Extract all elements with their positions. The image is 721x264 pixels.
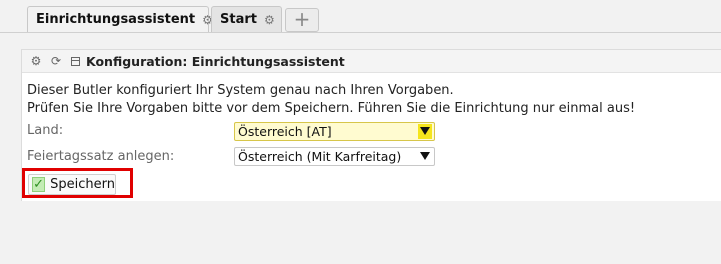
tab-start[interactable]: Start ⚙	[211, 6, 282, 32]
tab-label: Start	[220, 12, 257, 27]
feiertagssatz-label: Feiertagssatz anlegen:	[27, 149, 175, 164]
chevron-down-icon	[420, 127, 430, 135]
land-label: Land:	[27, 123, 64, 138]
description-line: Dieser Butler konfiguriert Ihr System ge…	[27, 83, 454, 98]
panel-header: ⚙ ⟳ Konfiguration: Einrichtungsassistent	[22, 50, 721, 73]
chevron-down-icon	[420, 152, 430, 160]
feiertagssatz-select-value: Österreich (Mit Karfreitag)	[238, 149, 402, 164]
refresh-icon[interactable]: ⟳	[50, 54, 62, 68]
tab-label: Einrichtungsassistent	[36, 12, 196, 27]
plus-icon: +	[293, 7, 311, 31]
tab-divider	[0, 32, 721, 33]
description-line: Prüfen Sie Ihre Vorgaben bitte vor dem S…	[27, 101, 636, 116]
description: Dieser Butler konfiguriert Ihr System ge…	[27, 82, 635, 118]
gear-icon[interactable]: ⚙	[30, 54, 42, 68]
land-select-value: Österreich [AT]	[238, 124, 332, 139]
land-select[interactable]: Österreich [AT]	[234, 122, 435, 141]
highlight-box	[22, 168, 133, 198]
gear-icon[interactable]: ⚙	[264, 13, 275, 27]
feiertagssatz-select[interactable]: Österreich (Mit Karfreitag)	[234, 147, 435, 166]
tab-einrichtungsassistent[interactable]: Einrichtungsassistent ⚙	[27, 6, 213, 32]
panel-title: Konfiguration: Einrichtungsassistent	[86, 53, 345, 69]
window-icon[interactable]	[71, 56, 80, 66]
add-tab-button[interactable]: +	[285, 8, 319, 32]
tab-bar: Einrichtungsassistent ⚙ Start ⚙ +	[0, 0, 721, 36]
